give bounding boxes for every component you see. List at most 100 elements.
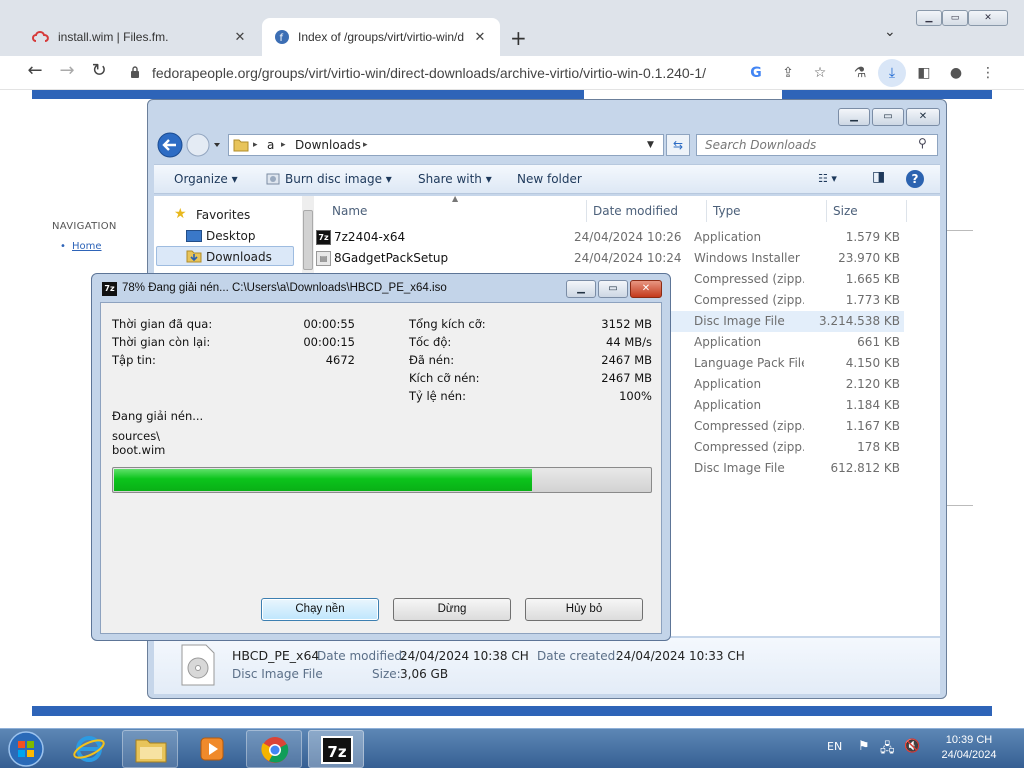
- close-window-button[interactable]: ✕: [630, 280, 662, 298]
- maximize-button[interactable]: ▭: [598, 280, 628, 298]
- maximize-button[interactable]: ▭: [942, 10, 968, 26]
- tab-search-chevron-icon[interactable]: ⌄: [884, 24, 896, 40]
- language-indicator[interactable]: EN: [827, 740, 842, 753]
- internet-explorer-icon[interactable]: [72, 733, 106, 765]
- dropdown-icon[interactable]: ▼: [647, 135, 654, 155]
- scrollbar-thumb[interactable]: [303, 210, 313, 270]
- close-icon[interactable]: ✕: [232, 29, 248, 45]
- preview-pane-icon[interactable]: ◨: [872, 169, 885, 185]
- new-folder-button[interactable]: New folder: [517, 172, 582, 186]
- tab-fedorapeople[interactable]: f Index of /groups/virt/virtio-win/d ✕: [262, 18, 500, 56]
- extract-progress-dialog: 7z 78% Đang giải nén... C:\Users\a\Downl…: [91, 273, 671, 641]
- sevenzip-icon: 7z: [321, 736, 353, 764]
- media-player-icon[interactable]: [196, 733, 228, 765]
- refresh-icon[interactable]: ⇆: [666, 134, 690, 156]
- help-icon[interactable]: ?: [906, 170, 924, 188]
- taskbar: 7z EN ⚑ 🖧 🔇: [0, 728, 1024, 768]
- view-options-icon[interactable]: ☷ ▾: [818, 172, 837, 185]
- file-size: 4.150 KB: [845, 356, 900, 370]
- address-bar[interactable]: ▸ a ▸ Downloads ▸ ▼: [228, 134, 664, 156]
- current-path: sources\: [112, 429, 161, 443]
- minimize-button[interactable]: ▁: [916, 10, 942, 26]
- file-type: Compressed (zipp...: [694, 419, 804, 433]
- file-name: 8GadgetPackSetup: [334, 251, 449, 265]
- divider: [706, 200, 707, 222]
- file-type: Application: [694, 398, 762, 412]
- labs-icon[interactable]: ⚗: [849, 62, 871, 84]
- taskbar-7zip-button[interactable]: 7z: [308, 730, 364, 768]
- column-name[interactable]: Name: [332, 204, 367, 218]
- file-size: 1.579 KB: [845, 230, 900, 244]
- address-bar[interactable]: fedorapeople.org/groups/virt/virtio-win/…: [124, 60, 734, 86]
- home-link[interactable]: Home: [72, 241, 102, 252]
- nav-downloads[interactable]: Downloads: [206, 250, 272, 264]
- minimize-button[interactable]: ▁: [838, 108, 870, 126]
- elapsed-value: 00:00:55: [303, 317, 355, 331]
- share-icon[interactable]: ⇪: [777, 62, 799, 84]
- taskbar-chrome-button[interactable]: [246, 730, 302, 768]
- nav-desktop[interactable]: Desktop: [206, 229, 256, 243]
- share-with-button[interactable]: Share with ▾: [418, 172, 492, 186]
- file-size: 1.167 KB: [845, 419, 900, 433]
- tab-files-fm[interactable]: install.wim | Files.fm. ✕: [20, 18, 260, 56]
- nav-favorites[interactable]: Favorites: [196, 208, 250, 222]
- column-size[interactable]: Size: [833, 204, 858, 218]
- svg-text:f: f: [280, 33, 284, 44]
- background-button[interactable]: Chạy nền: [261, 598, 379, 621]
- profile-avatar-icon[interactable]: ●: [945, 62, 967, 84]
- side-panel-icon[interactable]: ◧: [913, 62, 935, 84]
- volume-muted-icon[interactable]: 🔇: [904, 739, 920, 754]
- file-size: 661 KB: [857, 335, 900, 349]
- favorites-star-icon: ★: [174, 206, 187, 222]
- column-date[interactable]: Date modified: [593, 204, 678, 218]
- back-icon[interactable]: ←: [24, 60, 46, 82]
- chrome-icon: [261, 737, 289, 763]
- files-value: 4672: [325, 353, 355, 367]
- reload-icon[interactable]: ↻: [88, 60, 110, 82]
- clock-date: 24/04/2024: [941, 749, 997, 761]
- sort-arrow-icon: ▲: [452, 194, 459, 203]
- details-pane: HBCD_PE_x64 Date modified: 24/04/2024 10…: [154, 638, 940, 694]
- tab-title: install.wim | Files.fm.: [58, 30, 169, 44]
- system-clock[interactable]: 10:39 CH 24/04/2024: [934, 733, 1004, 763]
- files-label: Tập tin:: [112, 353, 156, 367]
- organize-button[interactable]: Organize ▾: [174, 172, 238, 186]
- close-window-button[interactable]: ✕: [906, 108, 940, 126]
- close-icon[interactable]: ✕: [472, 29, 488, 45]
- fedora-icon: f: [275, 30, 289, 44]
- file-type: Compressed (zipp...: [694, 293, 804, 307]
- clock-time: 10:39 CH: [945, 734, 993, 746]
- column-type[interactable]: Type: [713, 204, 741, 218]
- table-row[interactable]: 7z7z2404-x64 24/04/2024 10:26 ... Applicat…: [314, 227, 904, 248]
- close-window-button[interactable]: ✕: [968, 10, 1008, 26]
- file-type: Disc Image File: [694, 461, 785, 475]
- burn-disc-image-button[interactable]: Burn disc image ▾: [285, 172, 392, 186]
- file-size: 1.184 KB: [845, 398, 900, 412]
- network-icon[interactable]: 🖧: [880, 739, 895, 761]
- breadcrumb-downloads[interactable]: Downloads: [295, 135, 361, 155]
- breadcrumb-arrow-icon: ▸: [281, 140, 286, 150]
- search-input[interactable]: Search Downloads: [696, 134, 938, 156]
- table-row[interactable]: ▤8GadgetPackSetup 24/04/2024 10:24 ... Win…: [314, 248, 904, 269]
- packed-size-label: Kích cỡ nén:: [409, 371, 480, 385]
- cancel-button[interactable]: Hủy bỏ: [525, 598, 643, 621]
- details-size-value: 3,06 GB: [400, 667, 449, 681]
- breadcrumb-a[interactable]: a: [267, 135, 274, 155]
- menu-icon[interactable]: ⋮: [977, 62, 999, 84]
- back-forward-icon[interactable]: [156, 131, 220, 159]
- desktop-icon: [186, 230, 202, 242]
- tune-icon[interactable]: [130, 66, 140, 78]
- bookmark-star-icon[interactable]: ☆: [809, 62, 831, 84]
- file-size: 3.214.538 KB: [819, 314, 900, 328]
- pause-button[interactable]: Dừng: [393, 598, 511, 621]
- new-tab-button[interactable]: +: [510, 26, 527, 50]
- start-button[interactable]: [6, 730, 46, 768]
- google-lens-icon[interactable]: G: [745, 62, 767, 84]
- taskbar-explorer-button[interactable]: [122, 730, 178, 768]
- minimize-button[interactable]: ▁: [566, 280, 596, 298]
- action-center-flag-icon[interactable]: ⚑: [858, 739, 870, 754]
- download-icon[interactable]: ⤓: [878, 59, 906, 87]
- forward-icon[interactable]: →: [56, 60, 78, 82]
- progress-bar: [112, 467, 652, 493]
- maximize-button[interactable]: ▭: [872, 108, 904, 126]
